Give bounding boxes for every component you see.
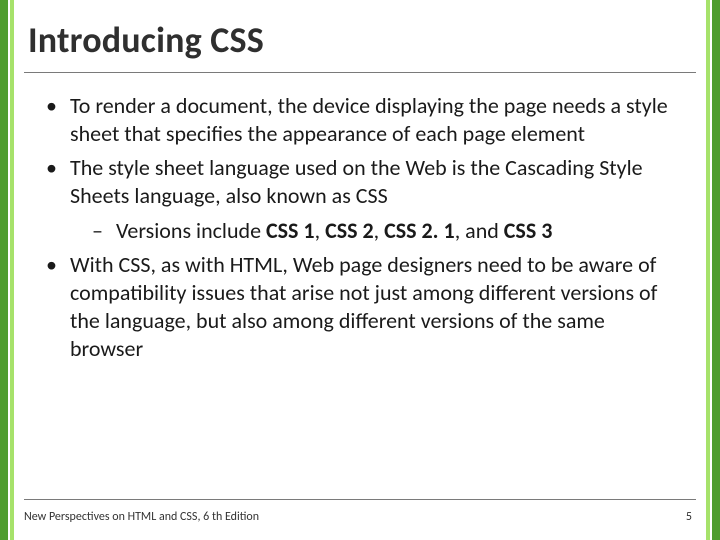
footer-divider	[24, 499, 696, 500]
slide-body: • To render a document, the device displ…	[44, 92, 676, 369]
page-number: 5	[686, 510, 692, 524]
slide: Introducing CSS • To render a document, …	[0, 0, 720, 540]
text-run: , and	[455, 217, 504, 244]
title-divider	[24, 72, 696, 73]
sub-bullet-item: – Versions include CSS 1, CSS 2, CSS 2. …	[44, 217, 676, 245]
bullet-item: • With CSS, as with HTML, Web page desig…	[44, 251, 676, 364]
bullet-icon: •	[44, 251, 70, 364]
accent-green	[712, 0, 720, 540]
dash-icon: –	[92, 217, 116, 245]
bold-run: CSS 2. 1	[384, 217, 455, 244]
bold-run: CSS 2	[325, 217, 374, 244]
bullet-text: With CSS, as with HTML, Web page designe…	[70, 251, 676, 364]
accent-green	[0, 0, 8, 540]
accent-lime	[10, 0, 14, 540]
bold-run: CSS 3	[504, 217, 553, 244]
right-accent-bar	[706, 0, 720, 540]
sub-bullet-text: Versions include CSS 1, CSS 2, CSS 2. 1,…	[116, 217, 676, 245]
bullet-text: The style sheet language used on the Web…	[70, 154, 676, 210]
text-run: ,	[315, 217, 325, 244]
slide-title: Introducing CSS	[28, 18, 264, 62]
bold-run: CSS 1	[266, 217, 315, 244]
text-run: ,	[374, 217, 384, 244]
footer-text: New Perspectives on HTML and CSS, 6 th E…	[24, 510, 259, 524]
bullet-icon: •	[44, 92, 70, 148]
bullet-item: • To render a document, the device displ…	[44, 92, 676, 148]
left-accent-bar	[0, 0, 14, 540]
bullet-text: To render a document, the device display…	[70, 92, 676, 148]
text-run: Versions include	[116, 217, 266, 244]
bullet-item: • The style sheet language used on the W…	[44, 154, 676, 210]
bullet-icon: •	[44, 154, 70, 210]
